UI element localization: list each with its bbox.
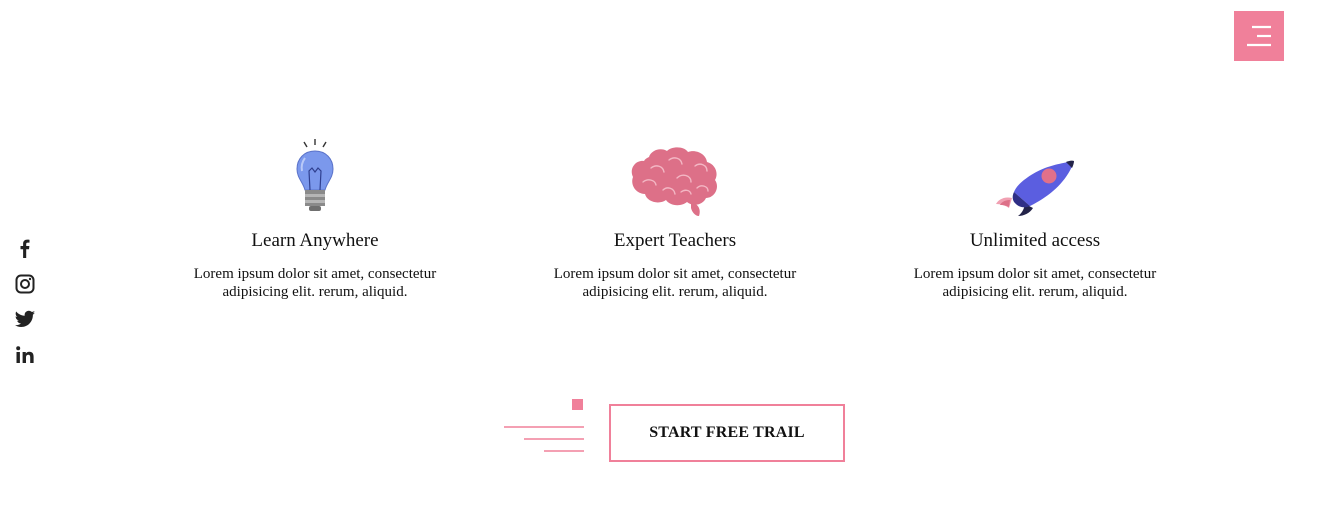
feature-icon-wrap xyxy=(165,134,465,218)
feature-description: Lorem ipsum dolor sit amet, consectetur … xyxy=(553,266,797,300)
social-links xyxy=(14,237,38,379)
start-free-trail-button[interactable]: START FREE TRAIL xyxy=(609,404,845,462)
feature-description: Lorem ipsum dolor sit amet, consectetur … xyxy=(193,266,437,300)
feature-title: Learn Anywhere xyxy=(251,230,379,251)
feature-expert-teachers: Expert Teachers Lorem ipsum dolor sit am… xyxy=(525,134,825,301)
feature-title: Unlimited access xyxy=(969,230,1101,251)
feature-icon-wrap xyxy=(885,134,1185,218)
instagram-icon xyxy=(15,274,35,293)
brain-icon xyxy=(631,147,717,216)
twitter-link[interactable] xyxy=(14,308,36,330)
lightbulb-icon xyxy=(296,139,334,211)
hamburger-menu-icon xyxy=(1234,11,1284,61)
facebook-icon xyxy=(20,239,30,258)
linkedin-icon xyxy=(16,345,34,363)
facebook-link[interactable] xyxy=(14,237,36,259)
feature-unlimited-access: Unlimited access Lorem ipsum dolor sit a… xyxy=(885,134,1185,301)
rocket-icon xyxy=(996,160,1074,216)
instagram-link[interactable] xyxy=(14,273,36,295)
twitter-icon xyxy=(14,310,36,327)
feature-description: Lorem ipsum dolor sit amet, consectetur … xyxy=(913,266,1157,300)
linkedin-link[interactable] xyxy=(14,344,36,366)
feature-icon-wrap xyxy=(525,134,825,218)
feature-title: Expert Teachers xyxy=(613,230,737,251)
cta-decoration xyxy=(504,399,584,452)
feature-learn-anywhere: Learn Anywhere Lorem ipsum dolor sit ame… xyxy=(165,134,465,301)
menu-button[interactable] xyxy=(1234,11,1284,61)
